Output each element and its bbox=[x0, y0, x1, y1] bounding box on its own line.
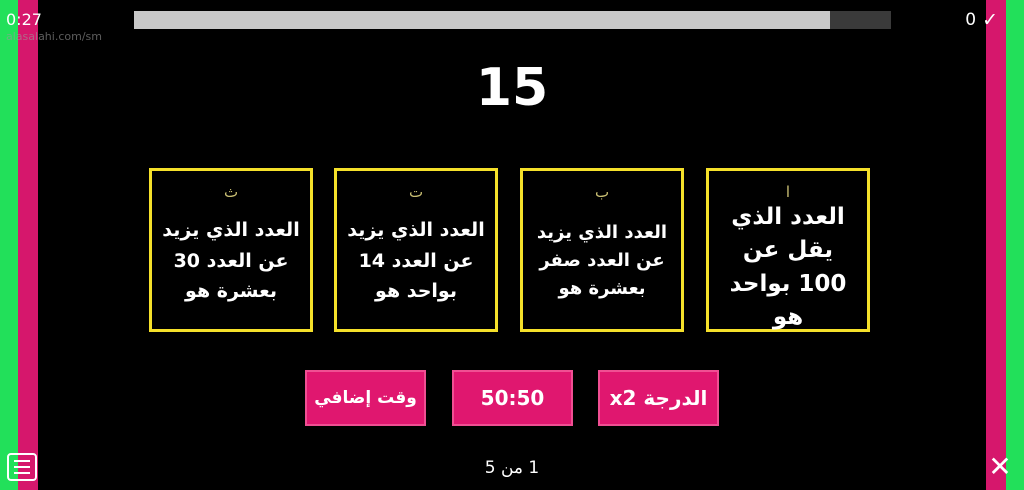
double-points-button[interactable]: الدرجة x2 bbox=[598, 370, 719, 426]
fifty-fifty-button[interactable]: 50:50 bbox=[452, 370, 573, 426]
close-icon[interactable]: ✕ bbox=[986, 452, 1014, 482]
progress-fill bbox=[134, 11, 831, 29]
answer-text: العدد الذي يقل عن 100 بواحد هو bbox=[729, 204, 847, 331]
answer-option-4[interactable]: ث العدد الذي يزيد عن العدد 30 بعشرة هو bbox=[149, 168, 313, 332]
menu-line bbox=[14, 460, 30, 462]
answer-option-3[interactable]: ت العدد الذي يزيد عن العدد 14 بواحد هو bbox=[334, 168, 498, 332]
answer-letter: ا bbox=[785, 183, 791, 201]
answer-letter: ت bbox=[408, 183, 424, 201]
timer: 0:27 bbox=[6, 10, 42, 29]
answer-text: العدد الذي يزيد عن العدد صفر بعشرة هو bbox=[536, 222, 668, 299]
extra-time-button[interactable]: وقت إضافي bbox=[305, 370, 426, 426]
check-icon: ✓ bbox=[982, 9, 998, 31]
answer-option-1[interactable]: ا العدد الذي يقل عن 100 بواحد هو bbox=[706, 168, 870, 332]
answer-option-2[interactable]: ب العدد الذي يزيد عن العدد صفر بعشرة هو bbox=[520, 168, 684, 332]
progress-bar bbox=[134, 11, 891, 29]
menu-icon[interactable] bbox=[7, 453, 37, 481]
answer-letter: ث bbox=[223, 183, 239, 201]
menu-line bbox=[14, 466, 30, 468]
question-number: 15 bbox=[475, 58, 549, 118]
answer-text: العدد الذي يزيد عن العدد 30 بعشرة هو bbox=[162, 219, 300, 303]
menu-line bbox=[14, 472, 30, 474]
score: 0 ✓ bbox=[965, 9, 998, 31]
watermark: alasalahi.com/sm bbox=[6, 30, 102, 43]
score-value: 0 bbox=[965, 10, 977, 30]
answer-text: العدد الذي يزيد عن العدد 14 بواحد هو bbox=[347, 219, 485, 303]
page-indicator: 1 من 5 bbox=[484, 458, 540, 478]
answer-letter: ب bbox=[594, 183, 610, 201]
